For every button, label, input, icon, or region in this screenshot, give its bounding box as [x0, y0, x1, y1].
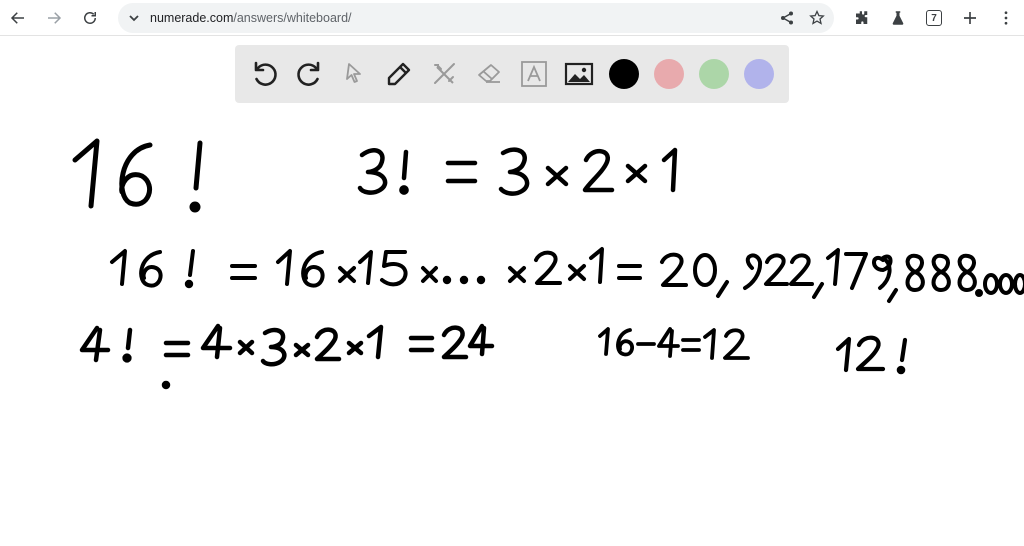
forward-button[interactable]: [42, 6, 66, 30]
shapes-tool[interactable]: [428, 58, 460, 90]
handwriting-16-factorial-product: [110, 247, 1024, 303]
extensions-button[interactable]: [850, 6, 874, 30]
handwriting-4-factorial-expansion: [79, 323, 495, 390]
pencil-icon: [387, 62, 411, 86]
select-tool[interactable]: [338, 58, 370, 90]
more-vertical-icon: [1004, 11, 1008, 25]
reload-icon: [84, 12, 96, 24]
tab-switcher-button[interactable]: 7: [922, 6, 946, 30]
redo-icon: [297, 61, 320, 86]
text-tool[interactable]: [518, 58, 550, 90]
url-path: /answers/whiteboard/: [233, 11, 352, 25]
plus-icon: [964, 12, 976, 24]
labs-button[interactable]: [886, 6, 910, 30]
pen-tool[interactable]: [383, 58, 415, 90]
share-icon: [781, 11, 793, 25]
back-arrow-icon: [10, 12, 24, 24]
new-tab-button[interactable]: [958, 6, 982, 30]
image-tool[interactable]: [563, 58, 595, 90]
url-host: numerade.com: [150, 11, 234, 25]
eraser-tool[interactable]: [473, 58, 505, 90]
whiteboard-toolbar: [235, 45, 789, 103]
star-icon: [809, 10, 825, 25]
back-button[interactable]: [6, 6, 30, 30]
chevron-down-icon[interactable]: [126, 10, 142, 26]
cursor-icon: [346, 63, 361, 83]
address-bar[interactable]: numerade.com/answers/whiteboard/: [118, 3, 834, 33]
undo-icon: [254, 61, 277, 86]
puzzle-icon: [856, 11, 868, 24]
redo-button[interactable]: [293, 58, 325, 90]
undo-button[interactable]: [249, 58, 281, 90]
reload-button[interactable]: [78, 6, 102, 30]
whiteboard-canvas[interactable]: [0, 104, 1024, 546]
url-text[interactable]: numerade.com/answers/whiteboard/: [150, 11, 352, 25]
color-swatch-black[interactable]: [609, 59, 639, 89]
forward-arrow-icon: [48, 12, 62, 24]
handwriting-16-factorial: [72, 138, 203, 213]
share-button[interactable]: [778, 9, 796, 27]
text-icon: [521, 61, 547, 87]
flask-icon: [892, 11, 904, 25]
handwriting-16-minus-4-equals-12: [598, 327, 750, 360]
color-swatch-pink[interactable]: [654, 59, 684, 89]
color-swatch-green[interactable]: [699, 59, 729, 89]
eraser-icon: [478, 64, 500, 83]
image-icon: [564, 62, 594, 86]
handwriting-12-factorial: [835, 335, 908, 375]
bookmark-button[interactable]: [808, 9, 826, 27]
browser-toolbar: numerade.com/answers/whiteboard/ 7: [0, 0, 1024, 36]
handwriting-3-factorial-expansion: [357, 147, 678, 196]
color-swatch-lavender[interactable]: [744, 59, 774, 89]
handwriting-layer: [72, 138, 1024, 390]
browser-menu-button[interactable]: [994, 6, 1018, 30]
tab-count-badge: 7: [926, 10, 942, 26]
tools-icon: [434, 63, 455, 84]
